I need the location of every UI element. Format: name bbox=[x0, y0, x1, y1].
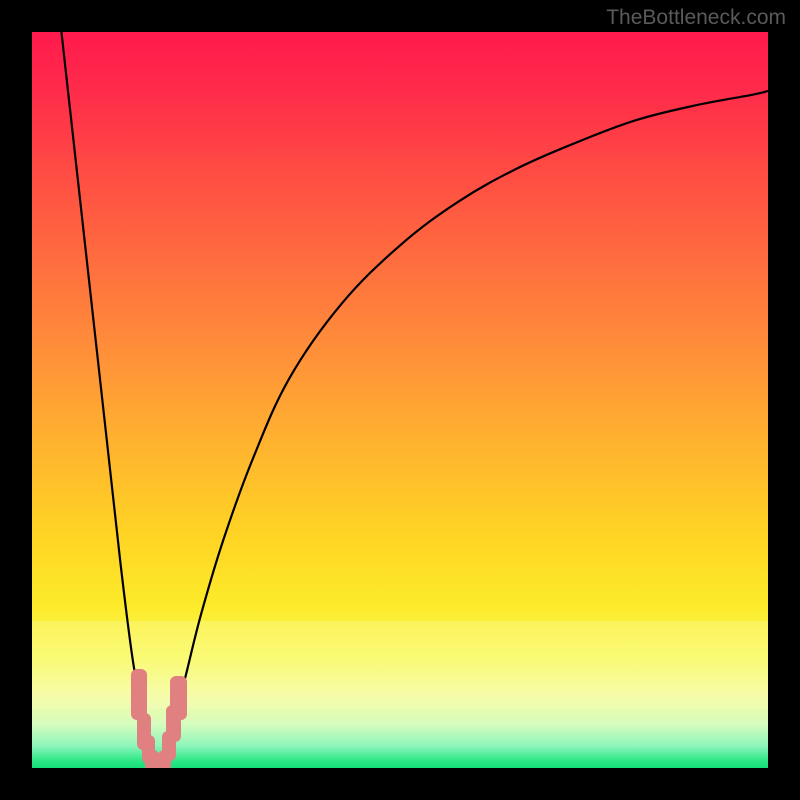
curve-layer bbox=[32, 32, 768, 768]
curve-left-branch bbox=[61, 32, 157, 768]
watermark-text: TheBottleneck.com bbox=[606, 6, 786, 30]
data-marker bbox=[170, 676, 186, 720]
plot-area bbox=[32, 32, 768, 768]
curve-right-branch bbox=[157, 91, 768, 768]
